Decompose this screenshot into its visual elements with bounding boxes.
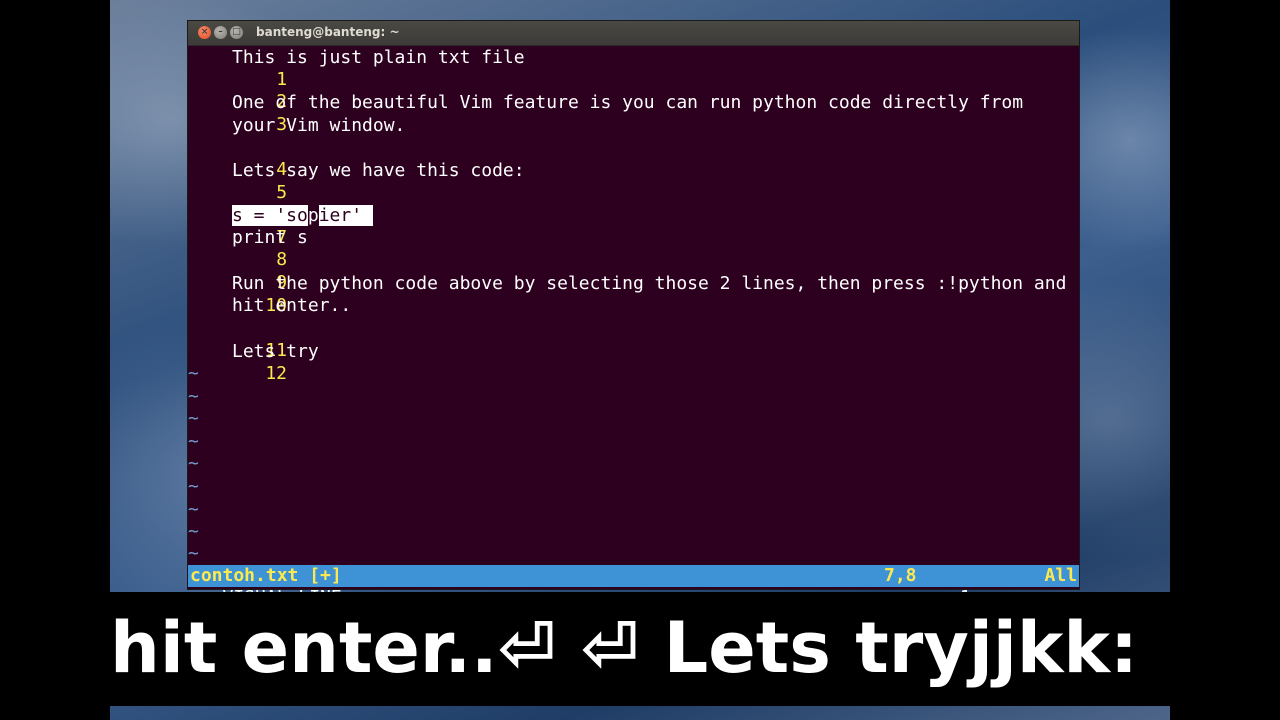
editor-line[interactable]: 12 Lets try xyxy=(188,341,319,384)
selected-line-text[interactable]: s = 'sopier' xyxy=(232,205,373,227)
editor-line[interactable]: 9 xyxy=(188,250,287,293)
keystroke-caption-text: hit enter..⏎ ⏎ Lets tryjjkk: xyxy=(110,607,1138,689)
terminal-window[interactable]: × – □ banteng@banteng: ~ 1 This is just … xyxy=(187,20,1080,608)
visual-selection: ier' xyxy=(318,205,373,226)
right-black-bar xyxy=(1170,0,1280,720)
statusline-cursor-position: 7,8 xyxy=(884,565,917,586)
editor-line[interactable]: 3 One of the beautiful Vim feature is yo… xyxy=(188,92,1023,135)
editor-line[interactable]: 1 This is just plain txt file xyxy=(188,47,525,90)
line-text[interactable]: hit enter.. xyxy=(232,295,351,317)
line-number: 12 xyxy=(265,363,288,384)
text-cursor: p xyxy=(307,205,319,226)
line-text[interactable]: Lets say we have this code: xyxy=(232,160,525,182)
vim-editor[interactable]: 1 This is just plain txt file 2 3 One of… xyxy=(188,45,1079,608)
line-text[interactable]: This is just plain txt file xyxy=(232,47,525,69)
statusline-filename: contoh.txt [+] xyxy=(190,565,342,586)
editor-line[interactable]: 2 xyxy=(188,69,287,112)
maximize-window-button[interactable]: □ xyxy=(230,26,243,39)
window-title: banteng@banteng: ~ xyxy=(256,25,400,39)
editor-line[interactable]: 10 Run the python code above by selectin… xyxy=(188,273,1066,316)
line-text[interactable]: print s xyxy=(232,227,308,249)
editor-line[interactable]: 4 xyxy=(188,137,287,180)
line-text[interactable]: One of the beautiful Vim feature is you … xyxy=(232,92,1023,114)
editor-line[interactable]: 6 xyxy=(188,182,287,225)
editor-line-wrap[interactable]: hit enter.. xyxy=(188,295,351,317)
window-titlebar[interactable]: × – □ banteng@banteng: ~ xyxy=(188,21,1079,46)
empty-line-tilde: ~ xyxy=(188,499,199,520)
editor-line[interactable]: 11 xyxy=(188,318,287,361)
empty-line-tilde: ~ xyxy=(188,386,199,407)
empty-line-tilde: ~ xyxy=(188,408,199,429)
empty-line-tilde: ~ xyxy=(188,476,199,497)
line-text[interactable]: your Vim window. xyxy=(232,115,405,137)
keystroke-caption-bar: hit enter..⏎ ⏎ Lets tryjjkk: xyxy=(110,592,1170,706)
close-window-button[interactable]: × xyxy=(198,26,211,39)
editor-line-wrap[interactable]: your Vim window. xyxy=(188,115,405,137)
empty-line-tilde: ~ xyxy=(188,453,199,474)
editor-line[interactable]: 5 Lets say we have this code: xyxy=(188,160,525,203)
vim-statusline: contoh.txt [+] 7,8 All xyxy=(188,565,1079,587)
empty-line-tilde: ~ xyxy=(188,431,199,452)
empty-line-tilde: ~ xyxy=(188,521,199,542)
line-text[interactable]: Run the python code above by selecting t… xyxy=(232,273,1066,295)
editor-line[interactable]: 8 print s xyxy=(188,227,308,270)
line-text[interactable]: Lets try xyxy=(232,341,319,363)
editor-line-selected[interactable]: 7 s = 'sopier' xyxy=(188,205,373,248)
empty-line-tilde: ~ xyxy=(188,363,199,384)
minimize-window-button[interactable]: – xyxy=(214,26,227,39)
statusline-scroll-indicator: All xyxy=(1044,565,1077,586)
empty-line-tilde: ~ xyxy=(188,543,199,564)
visual-selection: s = 'so xyxy=(232,205,308,226)
